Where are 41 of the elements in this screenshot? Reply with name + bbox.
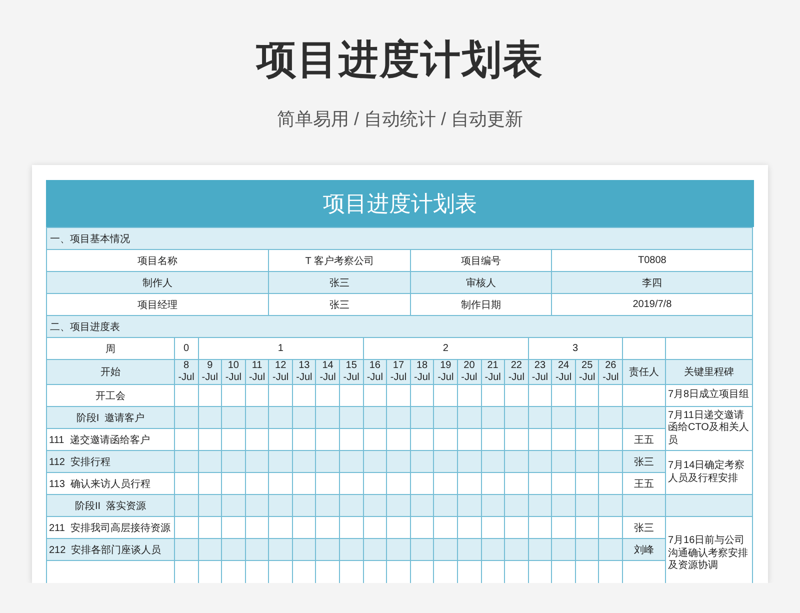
date-header: 18 -Jul xyxy=(410,360,434,384)
task-name: 212 安排各部门座谈人员 xyxy=(46,538,174,560)
date-header: 16 -Jul xyxy=(363,360,387,384)
task-name: 阶段II 落实资源 xyxy=(46,494,174,516)
date-header: 10 -Jul xyxy=(222,360,246,384)
date-header: 23 -Jul xyxy=(528,360,552,384)
task-name: 阶段I 邀请客户 xyxy=(46,406,174,428)
date-header: 20 -Jul xyxy=(457,360,482,384)
date-header: 25 -Jul xyxy=(575,360,599,384)
owner-name: 刘峰 xyxy=(622,538,666,560)
field-label: 制作人 xyxy=(46,272,269,294)
date-header: 11 -Jul xyxy=(245,360,269,384)
date-header: 13 -Jul xyxy=(292,360,316,384)
page-subtitle: 简单易用 / 自动统计 / 自动更新 xyxy=(276,108,523,130)
date-header: 26 -Jul xyxy=(598,360,622,384)
owner-name: 张三 xyxy=(622,450,666,472)
sheet-title: 项目进度计划表 xyxy=(46,180,754,227)
date-header: 19 -Jul xyxy=(434,360,458,384)
milestone-text: 7月8日成立项目组 xyxy=(665,384,753,406)
date-header: 12 -Jul xyxy=(268,360,292,384)
field-value: 张三 xyxy=(268,272,410,294)
date-header: 9 -Jul xyxy=(198,360,222,384)
date-header: 15 -Jul xyxy=(340,360,364,384)
date-header: 24 -Jul xyxy=(552,360,576,384)
row-header: 开始 xyxy=(46,360,174,384)
date-header: 14 -Jul xyxy=(316,360,340,384)
date-header: 17 -Jul xyxy=(386,360,410,384)
column-header: 关键里程碑 xyxy=(665,360,753,384)
column-header: 责任人 xyxy=(622,360,666,384)
page-title: 项目进度计划表 xyxy=(256,37,544,84)
section-heading: 一、项目基本情况 xyxy=(46,228,753,250)
section-heading: 二、项目进度表 xyxy=(46,316,753,338)
milestone-text: 7月11日递交邀请函给CTO及相关人员 xyxy=(665,406,753,450)
milestone-text: 7月16日前与公司沟通确认考察安排及资源协调 xyxy=(665,516,753,583)
milestone-text: 7月14日确定考察人员及行程安排 xyxy=(665,450,753,494)
field-value: 李四 xyxy=(552,272,753,294)
field-label: 审核人 xyxy=(410,272,552,294)
date-header: 21 -Jul xyxy=(481,360,505,384)
date-header: 8 -Jul xyxy=(174,360,198,384)
date-header: 22 -Jul xyxy=(504,360,528,384)
task-name: 112 安排行程 xyxy=(46,450,174,472)
